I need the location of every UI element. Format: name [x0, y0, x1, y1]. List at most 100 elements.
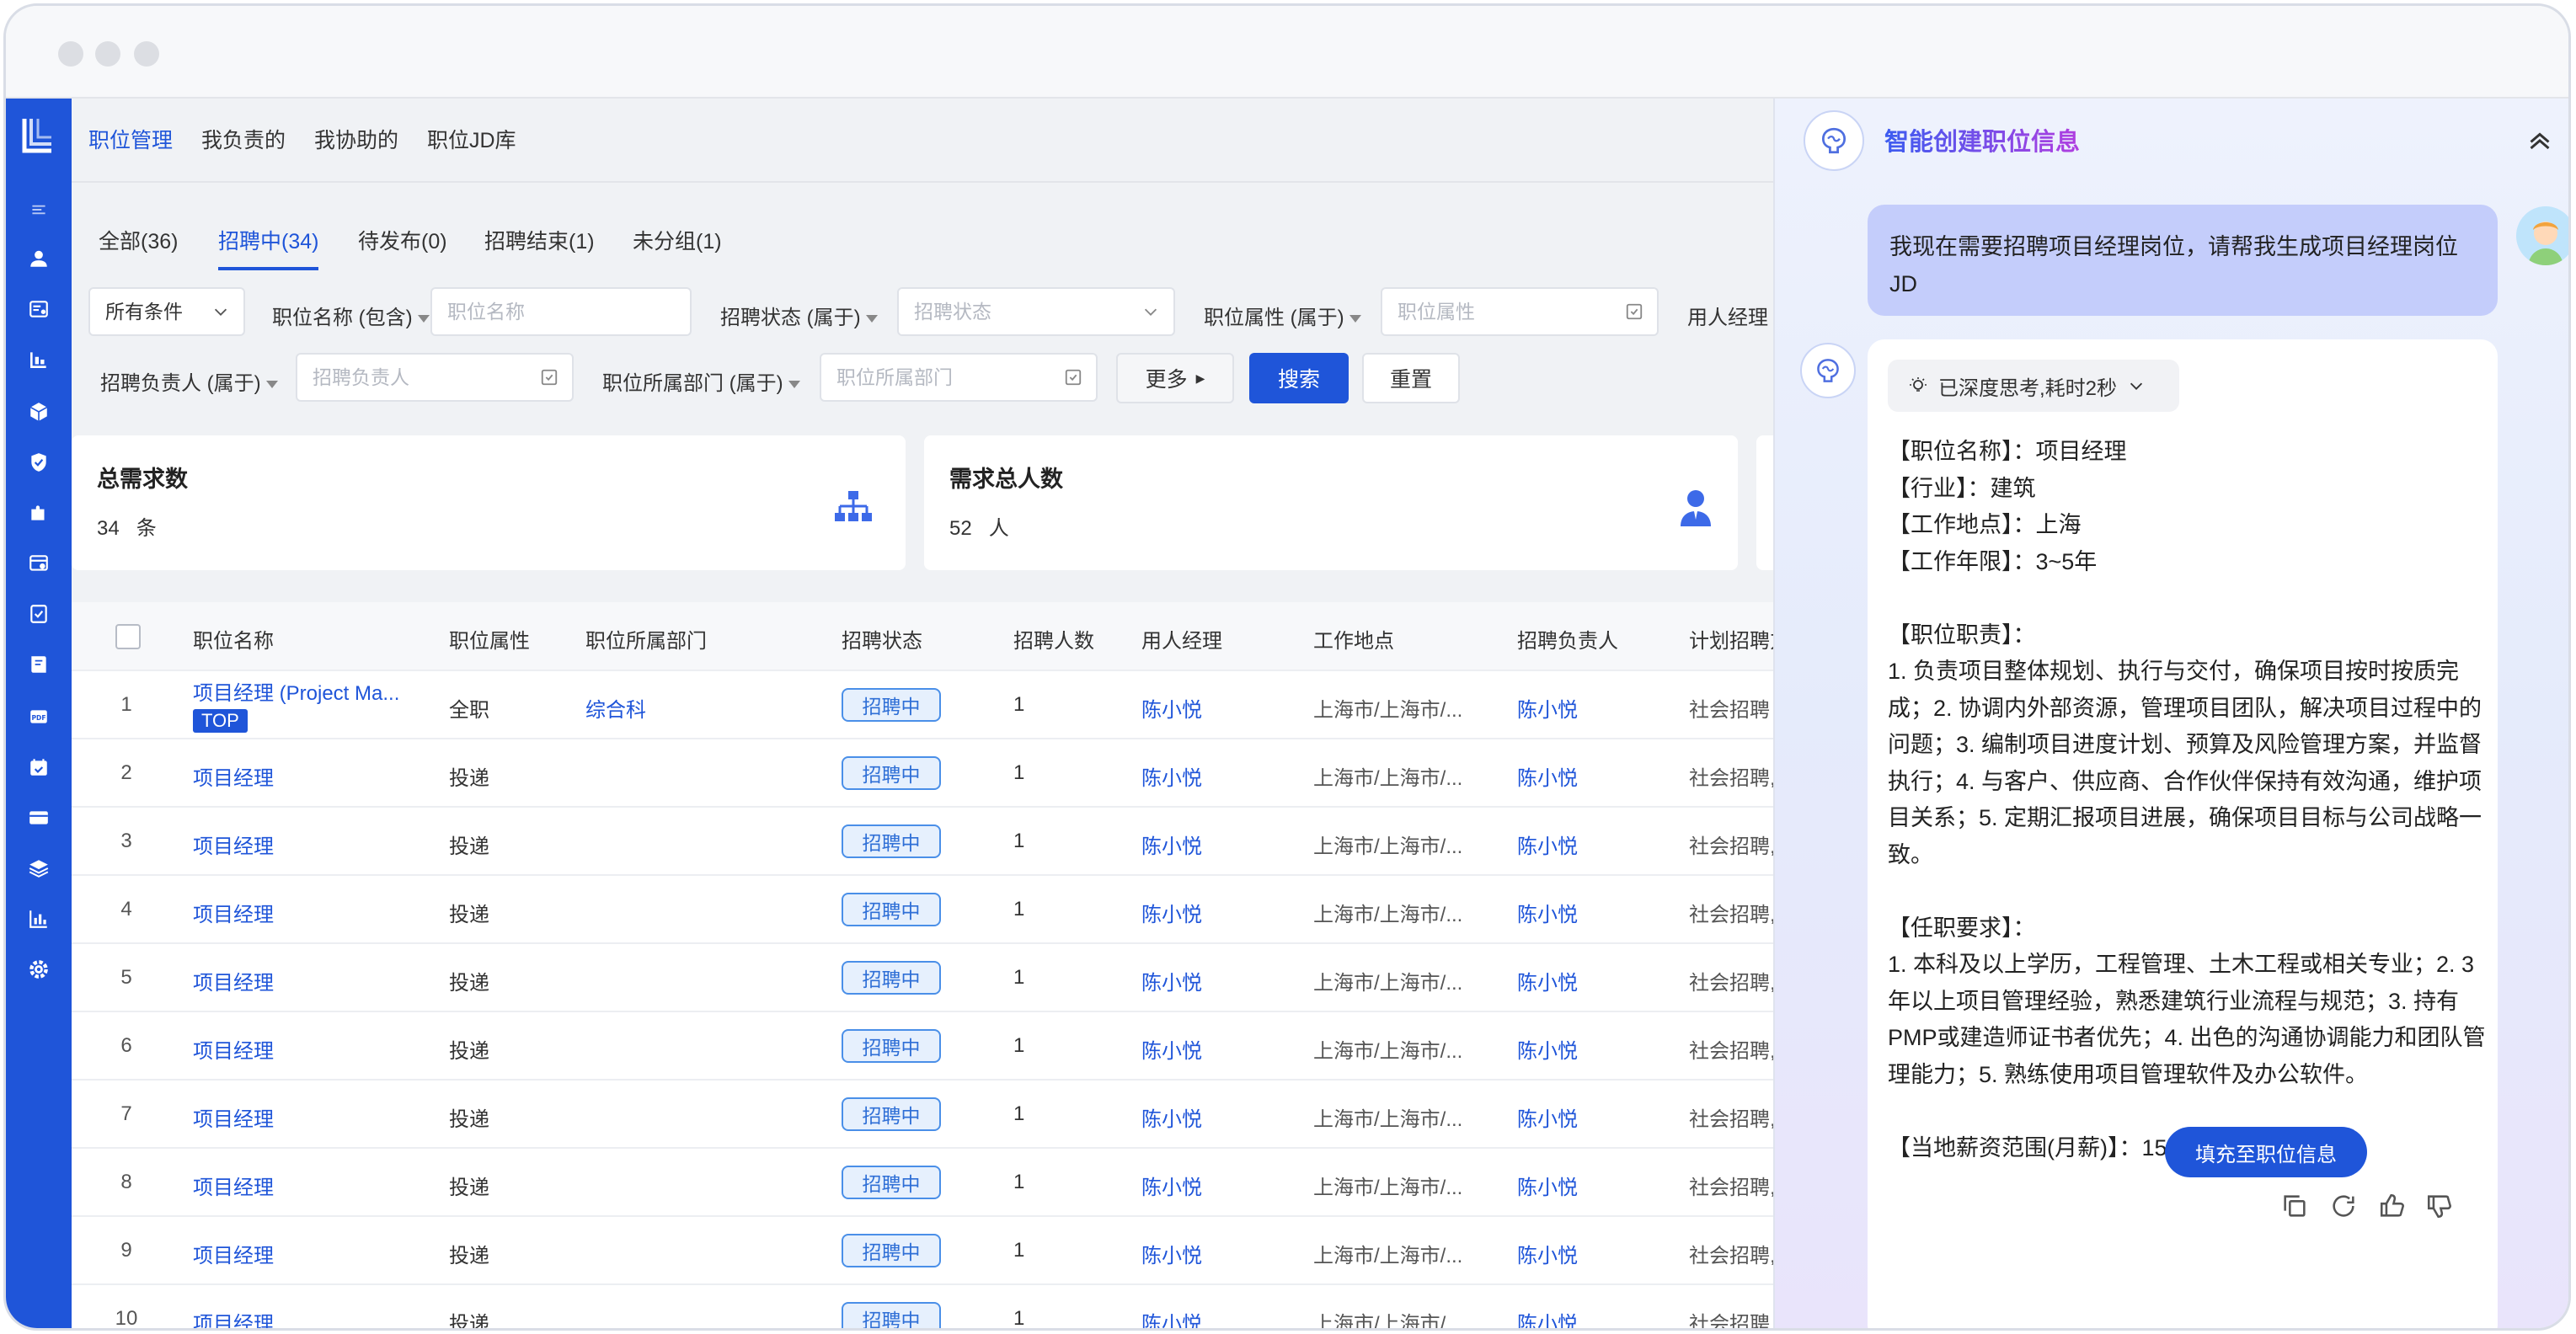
status-select[interactable]: 招聘状态	[897, 287, 1175, 336]
app-logo-icon[interactable]	[21, 117, 55, 156]
table-row[interactable]: 3 项目经理 投递 招聘中 1 陈小悦 上海市/上海市/... 陈小悦 社会招聘,	[72, 808, 1777, 876]
calendar-icon[interactable]	[6, 749, 72, 786]
window-minimize-dot[interactable]	[95, 41, 120, 67]
position-name-link[interactable]: 项目经理	[193, 1102, 420, 1132]
bar-chart-icon[interactable]	[6, 900, 72, 937]
layers-icon[interactable]	[6, 850, 72, 887]
more-filters-button[interactable]: 更多 ▶	[1116, 353, 1234, 403]
book-icon[interactable]	[6, 646, 72, 683]
owner-link[interactable]: 陈小悦	[1517, 830, 1578, 859]
org-chart-icon[interactable]	[6, 341, 72, 378]
checklist-icon[interactable]	[6, 595, 72, 632]
manager-link[interactable]: 陈小悦	[1141, 1239, 1202, 1268]
manager-link[interactable]: 陈小悦	[1141, 1171, 1202, 1200]
tab-recruiting[interactable]: 招聘中(34)	[218, 225, 319, 270]
copy-icon[interactable]	[2280, 1192, 2309, 1220]
manager-link[interactable]: 陈小悦	[1141, 1034, 1202, 1064]
table-row[interactable]: 8 项目经理 投递 招聘中 1 陈小悦 上海市/上海市/... 陈小悦 社会招聘,	[72, 1149, 1777, 1217]
position-name-link[interactable]: 项目经理	[193, 1034, 420, 1064]
dept-filter-label[interactable]: 职位所属部门 (属于)	[602, 366, 800, 396]
table-row[interactable]: 2 项目经理 投递 招聘中 1 陈小悦 上海市/上海市/... 陈小悦 社会招聘,	[72, 739, 1777, 808]
position-name-link[interactable]: 项目经理	[193, 761, 420, 791]
pdf-icon[interactable]: PDF	[6, 698, 72, 735]
refresh-icon[interactable]	[2329, 1192, 2358, 1220]
position-name-link[interactable]: 项目经理	[193, 1307, 420, 1328]
tab-pending[interactable]: 待发布(0)	[358, 225, 447, 267]
owner-link[interactable]: 陈小悦	[1517, 1239, 1578, 1268]
header-dept[interactable]: 职位所属部门	[585, 624, 707, 654]
owner-link[interactable]: 陈小悦	[1517, 1171, 1578, 1200]
manager-link[interactable]: 陈小悦	[1141, 830, 1202, 859]
nav-jd-library[interactable]: 职位JD库	[427, 124, 516, 154]
gear-icon[interactable]	[6, 951, 72, 988]
table-row[interactable]: 9 项目经理 投递 招聘中 1 陈小悦 上海市/上海市/... 陈小悦 社会招聘,	[72, 1217, 1777, 1285]
manager-link[interactable]: 陈小悦	[1141, 898, 1202, 927]
position-name-link[interactable]: 项目经理	[193, 1239, 420, 1268]
nav-position-management[interactable]: 职位管理	[88, 124, 173, 154]
manager-link[interactable]: 陈小悦	[1141, 761, 1202, 791]
owner-link[interactable]: 陈小悦	[1517, 966, 1578, 995]
search-button[interactable]: 搜索	[1249, 353, 1349, 403]
owner-link[interactable]: 陈小悦	[1517, 761, 1578, 791]
tab-ungrouped[interactable]: 未分组(1)	[633, 225, 722, 267]
table-row[interactable]: 7 项目经理 投递 招聘中 1 陈小悦 上海市/上海市/... 陈小悦 社会招聘,	[72, 1081, 1777, 1149]
shield-check-icon[interactable]	[6, 444, 72, 481]
thinking-toggle[interactable]: 已深度思考,耗时2秒	[1888, 360, 2179, 412]
position-name-link[interactable]: 项目经理	[193, 898, 420, 927]
table-row[interactable]: 6 项目经理 投递 招聘中 1 陈小悦 上海市/上海市/... 陈小悦 社会招聘,	[72, 1012, 1777, 1081]
resume-icon[interactable]	[6, 291, 72, 328]
thumbs-up-icon[interactable]	[2378, 1192, 2407, 1220]
window-maximize-dot[interactable]	[134, 41, 159, 67]
condition-select[interactable]: 所有条件	[88, 287, 245, 336]
header-attr[interactable]: 职位属性	[449, 624, 530, 654]
nav-my-responsible[interactable]: 我负责的	[201, 124, 286, 154]
header-owner[interactable]: 招聘负责人	[1517, 624, 1618, 654]
thumbs-down-icon[interactable]	[2425, 1192, 2454, 1220]
table-row[interactable]: 4 项目经理 投递 招聘中 1 陈小悦 上海市/上海市/... 陈小悦 社会招聘,	[72, 876, 1777, 944]
card-icon[interactable]	[6, 799, 72, 836]
fill-position-button[interactable]: 填充至职位信息	[2165, 1127, 2367, 1177]
header-count[interactable]: 招聘人数	[1013, 624, 1094, 654]
dept-select[interactable]: 职位所属部门	[820, 353, 1098, 402]
owner-select[interactable]: 招聘负责人	[296, 353, 574, 402]
position-name-link[interactable]: 项目经理 (Project Ma... TOP	[193, 676, 420, 733]
manager-filter-label[interactable]: 用人经理	[1687, 301, 1768, 330]
header-location[interactable]: 工作地点	[1313, 624, 1394, 654]
manager-link[interactable]: 陈小悦	[1141, 966, 1202, 995]
position-name-input[interactable]: 职位名称	[430, 287, 692, 336]
table-row[interactable]: 5 项目经理 投递 招聘中 1 陈小悦 上海市/上海市/... 陈小悦 社会招聘,	[72, 944, 1777, 1012]
user-icon[interactable]	[6, 240, 72, 277]
nav-my-assisted[interactable]: 我协助的	[314, 124, 398, 154]
manager-link[interactable]: 陈小悦	[1141, 1102, 1202, 1132]
owner-filter-label[interactable]: 招聘负责人 (属于)	[100, 366, 278, 396]
settings-panel-icon[interactable]	[6, 545, 72, 582]
header-status[interactable]: 招聘状态	[842, 624, 922, 654]
position-name-link[interactable]: 项目经理	[193, 966, 420, 995]
position-name-link[interactable]: 项目经理	[193, 830, 420, 859]
position-name-filter-label[interactable]: 职位名称 (包含)	[272, 301, 430, 330]
status-filter-label[interactable]: 招聘状态 (属于)	[720, 301, 878, 330]
position-name-link[interactable]: 项目经理	[193, 1171, 420, 1200]
select-all-checkbox[interactable]	[115, 624, 141, 649]
chevron-up-icon[interactable]	[2525, 125, 2555, 156]
manager-link[interactable]: 陈小悦	[1141, 693, 1202, 723]
window-close-dot[interactable]	[58, 41, 83, 67]
attr-filter-label[interactable]: 职位属性 (属于)	[1204, 301, 1361, 330]
table-row[interactable]: 1 项目经理 (Project Ma... TOP 全职 综合科 招聘中 1 陈小悦 上海市/上…	[72, 671, 1777, 739]
owner-link[interactable]: 陈小悦	[1517, 1307, 1578, 1328]
tab-ended[interactable]: 招聘结束(1)	[484, 225, 595, 267]
table-row[interactable]: 10 项目经理 投递 招聘中 1 陈小悦 上海市/上海市/... 陈小悦 社会招聘,	[72, 1285, 1777, 1328]
header-position-name[interactable]: 职位名称	[193, 624, 274, 654]
reset-button[interactable]: 重置	[1362, 353, 1460, 403]
manager-link[interactable]: 陈小悦	[1141, 1307, 1202, 1328]
owner-link[interactable]: 陈小悦	[1517, 1034, 1578, 1064]
header-manager[interactable]: 用人经理	[1141, 624, 1222, 654]
owner-link[interactable]: 陈小悦	[1517, 693, 1578, 723]
puzzle-icon[interactable]	[6, 494, 72, 531]
tab-all[interactable]: 全部(36)	[99, 225, 178, 267]
owner-link[interactable]: 陈小悦	[1517, 1102, 1578, 1132]
owner-link[interactable]: 陈小悦	[1517, 898, 1578, 927]
attr-select[interactable]: 职位属性	[1381, 287, 1659, 336]
cube-icon[interactable]	[6, 393, 72, 430]
collapse-menu-icon[interactable]	[6, 191, 72, 228]
